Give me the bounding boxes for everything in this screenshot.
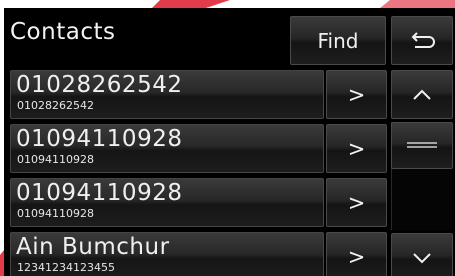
contacts-screen: Contacts Find 01028262542 01028262542 > …	[4, 8, 455, 276]
contact-name: Ain Bumchur	[16, 234, 170, 260]
grip-lines-icon	[407, 141, 437, 148]
page-title: Contacts	[10, 19, 116, 45]
contact-details-button[interactable]: >	[326, 232, 387, 276]
contact-row[interactable]: 01028262542 01028262542	[10, 70, 324, 119]
scroll-up-button[interactable]	[391, 70, 453, 119]
contact-row[interactable]: 01094110928 01094110928	[10, 178, 324, 227]
contact-name: 01094110928	[16, 180, 183, 206]
contact-number: 12341234123455	[17, 261, 115, 274]
scrollbar-thumb[interactable]	[391, 122, 453, 169]
back-button[interactable]	[391, 16, 453, 65]
contact-row[interactable]: Ain Bumchur 12341234123455	[10, 232, 324, 276]
contact-row[interactable]: 01094110928 01094110928	[10, 124, 324, 173]
contact-details-button[interactable]: >	[326, 70, 387, 119]
contact-details-button[interactable]: >	[326, 124, 387, 173]
find-button[interactable]: Find	[290, 16, 386, 65]
contact-number: 01028262542	[17, 99, 94, 112]
contact-name: 01094110928	[16, 126, 183, 152]
chevron-down-icon	[413, 252, 431, 263]
contact-number: 01094110928	[17, 153, 94, 166]
contact-name: 01028262542	[16, 72, 183, 98]
scroll-down-button[interactable]	[391, 233, 453, 276]
chevron-up-icon	[413, 89, 431, 100]
back-arrow-icon	[411, 31, 435, 48]
contact-number: 01094110928	[17, 207, 94, 220]
contact-details-button[interactable]: >	[326, 178, 387, 227]
